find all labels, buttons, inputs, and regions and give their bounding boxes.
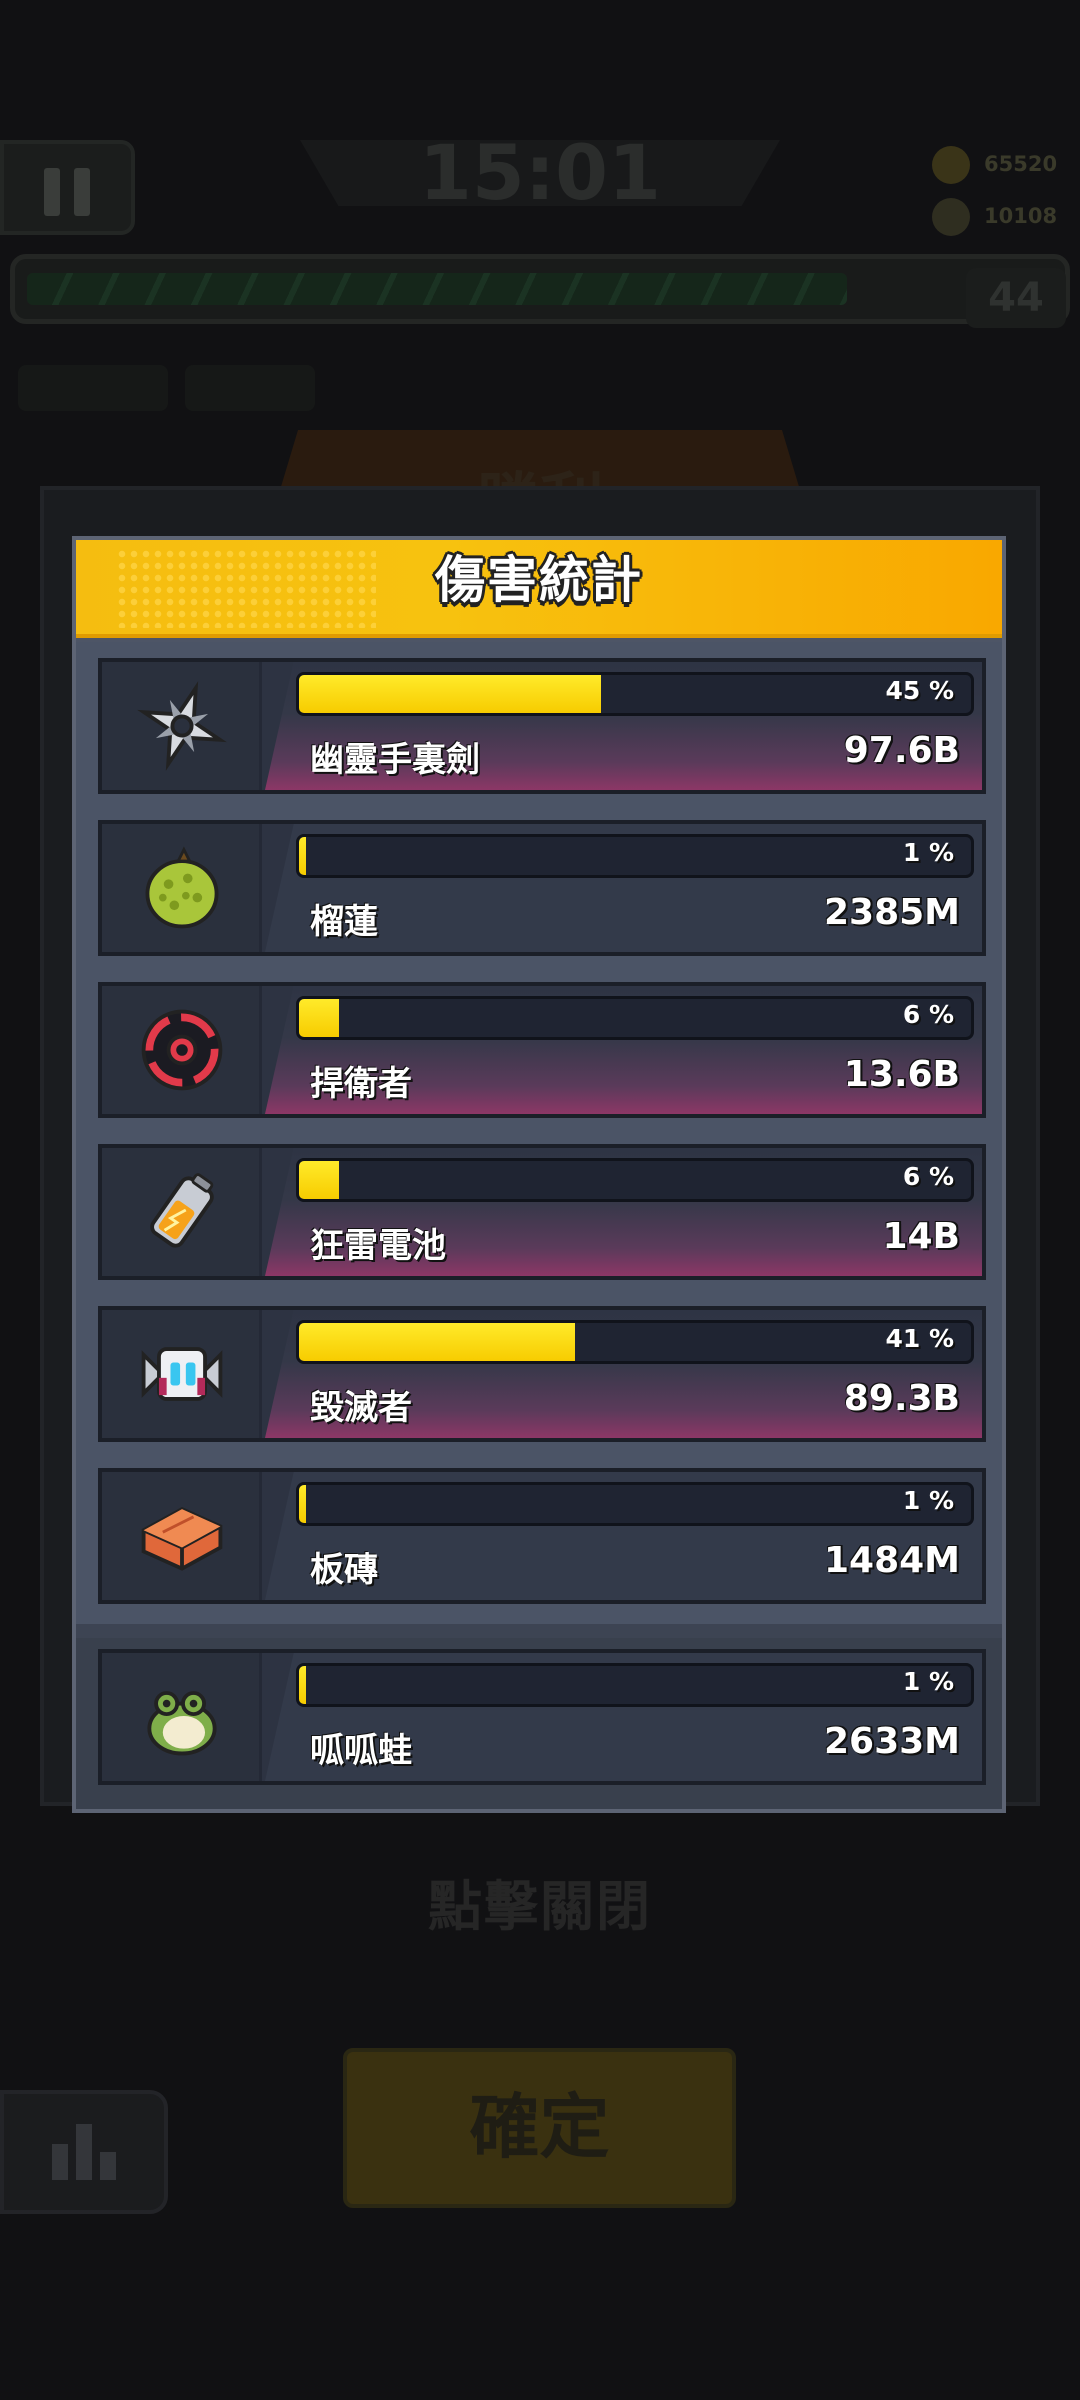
skill-icon-cell [102,1472,262,1600]
damage-total: 14B [882,1216,960,1257]
damage-percent-bar [296,1320,974,1364]
pause-button[interactable] [0,140,135,235]
pet-name: 呱呱蛙 [310,1731,412,1771]
damage-percent: 6 % [902,1000,954,1029]
dialog-title: 傷害統計 [435,551,643,609]
damage-stats-button[interactable] [0,2090,168,2214]
damage-percent: 45 % [885,676,954,705]
game-timer: 15:01 [419,128,661,217]
confirm-button[interactable]: 確定 [343,2048,736,2208]
damage-total: 1484M [823,1540,960,1581]
skill-row: 1 % 板磚 1484M [98,1468,986,1604]
damage-percent: 6 % [902,1162,954,1191]
damage-percent: 1 % [902,1667,954,1696]
gem-icon [932,198,970,236]
defender-ring-icon [141,1009,223,1091]
thunder-battery-icon [150,1173,214,1248]
damage-percent-bar [296,834,974,878]
bar-chart-icon-bar [76,2124,92,2180]
damage-percent: 41 % [885,1324,954,1353]
damage-percent-fill [299,1161,340,1199]
damage-percent-fill [299,999,340,1037]
pet-row: 1 % 呱呱蛙 2633M [98,1649,986,1785]
damage-percent: 1 % [902,838,954,867]
bar-chart-icon-bar [100,2152,116,2180]
tap-to-close-label[interactable]: 點擊關閉 [390,1862,690,1941]
damage-percent-bar [296,672,974,716]
damage-percent-fill [299,675,602,713]
skill-name: 毀滅者 [310,1388,412,1428]
brick-icon [141,1506,223,1571]
damage-percent-bar [296,1482,974,1526]
dialog-header: 傷害統計 [76,540,1002,638]
skill-row: 6 % 捍衛者 13.6B [98,982,986,1118]
game-screen: 15:01 65520 10108 44 勝利 點擊關閉 確定 傷害統計 [0,0,1080,2400]
damage-percent-fill [299,1485,306,1523]
skill-row: 1 % 榴蓮 2385M [98,820,986,956]
xp-bar-fill [27,273,847,305]
skill-name: 板磚 [310,1550,378,1590]
damage-percent-fill [299,837,306,875]
skill-icon-cell [102,986,262,1114]
skill-icon-cell [102,1310,262,1438]
destroyer-drone-icon [141,1347,223,1401]
damage-percent-bar [296,1158,974,1202]
damage-percent-bar [296,1663,974,1707]
coin-count: 65520 [984,152,1058,176]
kill-count-pill [18,365,168,411]
durian-icon [145,846,219,929]
damage-total: 89.3B [843,1378,960,1419]
section-divider [76,1624,1002,1638]
skill-name: 榴蓮 [310,902,378,942]
skill-name: 幽靈手裏劍 [310,740,480,780]
damage-percent-fill [299,1323,575,1361]
skill-name: 捍衛者 [310,1064,412,1104]
damage-percent-bar [296,996,974,1040]
skill-row: 41 % 毀滅者 89.3B [98,1306,986,1442]
skill-icon-cell [102,824,262,952]
coin-icon [932,146,970,184]
skill-row: 6 % 狂雷電池 14B [98,1144,986,1280]
xp-bar [10,254,1070,324]
player-level: 44 [966,268,1066,328]
skill-icon-cell [102,662,262,790]
pet-icon-cell [102,1653,262,1781]
skill-row: 45 % 幽靈手裏劍 97.6B [98,658,986,794]
frog-pet-icon [147,1691,217,1756]
boss-count-pill [185,365,315,411]
skill-name: 狂雷電池 [310,1226,446,1266]
skill-icon-cell [102,1148,262,1276]
damage-total: 97.6B [843,730,960,771]
damage-total: 13.6B [843,1054,960,1095]
damage-stats-dialog: 傷害統計 45 % 幽靈手裏劍 97.6B 1 % 榴蓮 2385M 6 % 捍… [72,536,1006,1813]
damage-total: 2385M [823,892,960,933]
damage-total: 2633M [823,1721,960,1762]
pause-icon-bar [74,168,90,216]
bar-chart-icon [52,2144,68,2180]
damage-percent: 1 % [902,1486,954,1515]
gem-count: 10108 [984,204,1058,228]
ghost-shuriken-icon [137,681,227,771]
pause-icon [44,168,60,216]
damage-percent-fill [299,1666,306,1704]
